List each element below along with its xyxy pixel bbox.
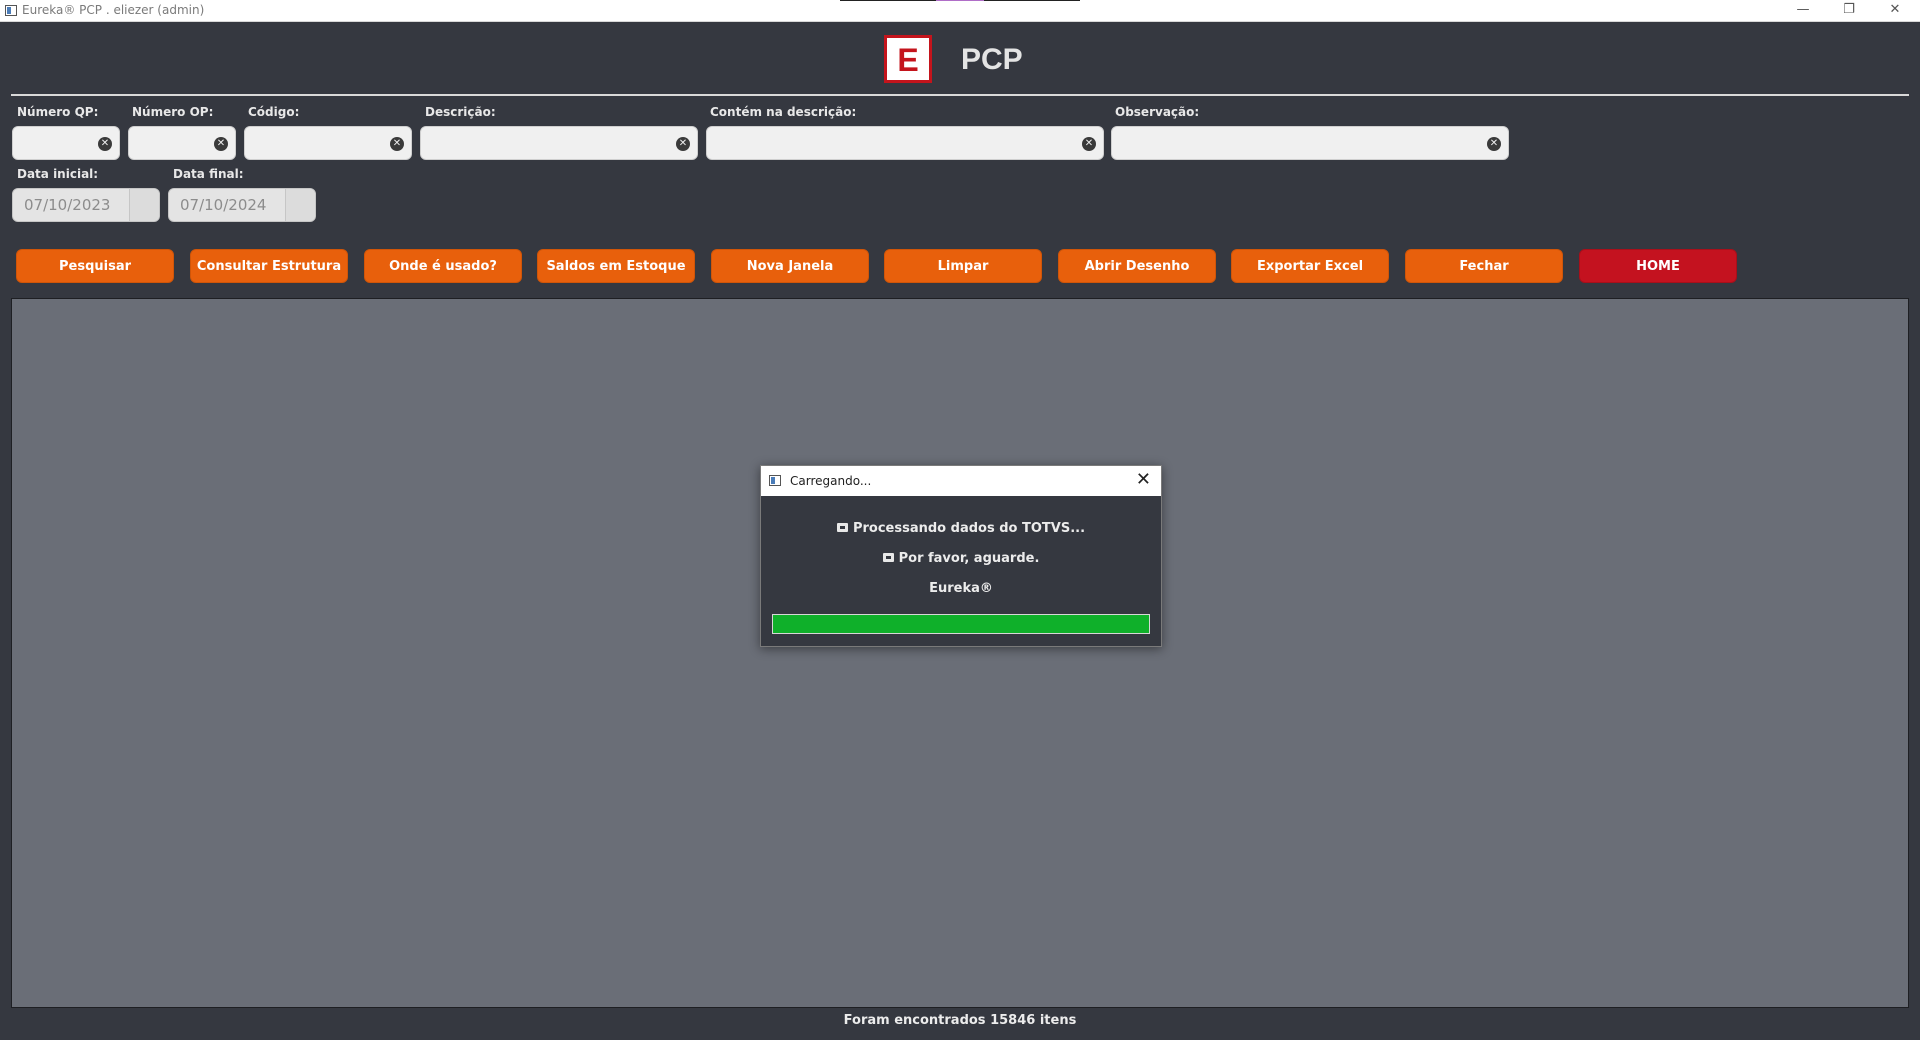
- clear-icon[interactable]: ✕: [1082, 137, 1096, 151]
- contem-descricao-label: Contém na descrição:: [710, 105, 857, 119]
- taskbar-indicator: [840, 0, 1080, 1]
- dialog-window-icon: [769, 475, 781, 486]
- app-mini-icon: [882, 553, 894, 562]
- observacao-field[interactable]: ✕: [1111, 126, 1509, 160]
- descricao-field[interactable]: ✕: [420, 126, 698, 160]
- wait-message: Por favor, aguarde.: [761, 551, 1161, 566]
- contem-descricao-field[interactable]: ✕: [706, 126, 1104, 160]
- data-inicial-label: Data inicial:: [17, 167, 99, 181]
- eureka-logo: E: [884, 35, 932, 83]
- data-final-input[interactable]: [169, 189, 284, 221]
- onde-usado-button[interactable]: Onde é usado?: [364, 249, 522, 283]
- numero-qp-label: Número QP:: [17, 105, 99, 119]
- pesquisar-button[interactable]: Pesquisar: [16, 249, 174, 283]
- codigo-field[interactable]: ✕: [244, 126, 412, 160]
- close-icon[interactable]: ✕: [1136, 470, 1151, 490]
- header-divider: [11, 94, 1909, 96]
- codigo-input[interactable]: [245, 127, 411, 159]
- results-table-area[interactable]: [11, 298, 1909, 1008]
- numero-qp-field[interactable]: ✕: [12, 126, 120, 160]
- clear-icon[interactable]: ✕: [214, 137, 228, 151]
- loading-dialog: Carregando... ✕ Processando dados do TOT…: [760, 465, 1162, 647]
- descricao-label: Descrição:: [425, 105, 496, 119]
- status-text: Foram encontrados 15846 itens: [843, 1013, 1077, 1028]
- progress-bar: [772, 614, 1150, 634]
- exportar-excel-button[interactable]: Exportar Excel: [1231, 249, 1389, 283]
- descricao-input[interactable]: [421, 127, 697, 159]
- app-mini-icon: [836, 523, 848, 532]
- fechar-button[interactable]: Fechar: [1405, 249, 1563, 283]
- processing-message: Processando dados do TOTVS...: [761, 521, 1161, 536]
- restore-button[interactable]: ❐: [1826, 0, 1872, 22]
- page-title: PCP: [961, 43, 1023, 76]
- minimize-button[interactable]: —: [1780, 0, 1826, 22]
- limpar-button[interactable]: Limpar: [884, 249, 1042, 283]
- nova-janela-button[interactable]: Nova Janela: [711, 249, 869, 283]
- wait-text: Por favor, aguarde.: [898, 551, 1040, 566]
- codigo-label: Código:: [248, 105, 300, 119]
- progress-fill: [773, 615, 1149, 633]
- clear-icon[interactable]: ✕: [676, 137, 690, 151]
- data-final-picker[interactable]: [168, 188, 316, 222]
- window-title-bar[interactable]: Eureka® PCP . eliezer (admin) — ❐ ✕: [0, 0, 1920, 22]
- abrir-desenho-button[interactable]: Abrir Desenho: [1058, 249, 1216, 283]
- home-button[interactable]: HOME: [1579, 249, 1737, 283]
- numero-op-field[interactable]: ✕: [128, 126, 236, 160]
- clear-icon[interactable]: ✕: [390, 137, 404, 151]
- brand-text: Eureka®: [929, 581, 993, 596]
- data-inicial-picker[interactable]: [12, 188, 160, 222]
- clear-icon[interactable]: ✕: [98, 137, 112, 151]
- saldos-estoque-button[interactable]: Saldos em Estoque: [537, 249, 695, 283]
- dialog-title: Carregando...: [790, 474, 872, 488]
- data-inicial-input[interactable]: [13, 189, 128, 221]
- calendar-dropdown-button[interactable]: [129, 189, 159, 221]
- calendar-dropdown-button[interactable]: [285, 189, 315, 221]
- observacao-input[interactable]: [1112, 127, 1508, 159]
- data-final-label: Data final:: [173, 167, 244, 181]
- clear-icon[interactable]: ✕: [1487, 137, 1501, 151]
- processing-text: Processando dados do TOTVS...: [852, 521, 1086, 536]
- numero-op-label: Número OP:: [132, 105, 214, 119]
- observacao-label: Observação:: [1115, 105, 1200, 119]
- app-window-icon: [5, 5, 17, 16]
- dialog-title-bar[interactable]: Carregando... ✕: [761, 466, 1161, 496]
- close-window-button[interactable]: ✕: [1872, 0, 1918, 22]
- contem-descricao-input[interactable]: [707, 127, 1103, 159]
- consultar-estrutura-button[interactable]: Consultar Estrutura: [190, 249, 348, 283]
- window-title: Eureka® PCP . eliezer (admin): [22, 3, 205, 17]
- logo-letter: E: [897, 42, 919, 78]
